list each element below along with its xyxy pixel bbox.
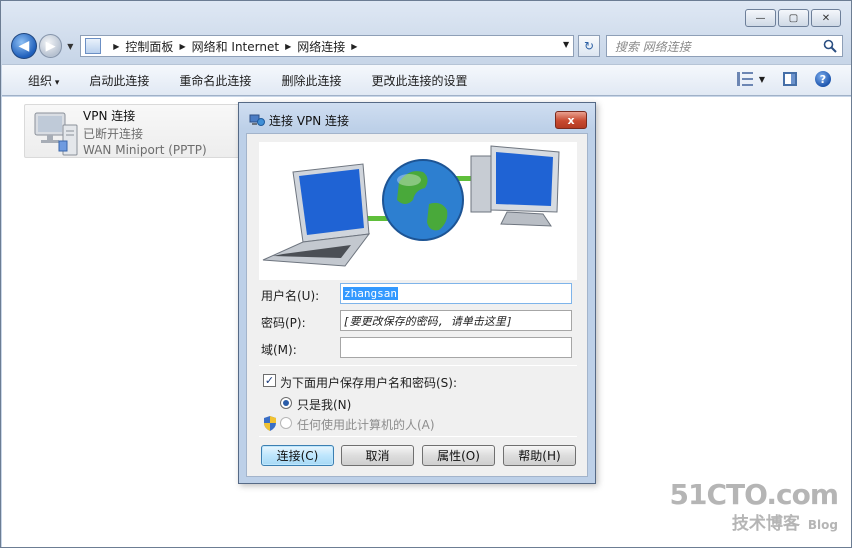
- connection-status: 已断开连接: [83, 127, 144, 141]
- help-icon[interactable]: ?: [815, 71, 831, 87]
- address-dropdown-icon[interactable]: ▼: [563, 40, 569, 49]
- preview-pane-icon[interactable]: [783, 72, 797, 86]
- breadcrumb-network-internet[interactable]: 网络和 Internet: [192, 38, 279, 55]
- chevron-right-icon[interactable]: ▶: [285, 42, 291, 51]
- network-connection-icon: [34, 112, 78, 156]
- search-input[interactable]: 搜索 网络连接: [605, 35, 843, 57]
- command-bar: 组织 启动此连接 重命名此连接 删除此连接 更改此连接的设置 ▼ ?: [2, 64, 851, 96]
- rename-connection-command[interactable]: 重命名此连接: [179, 72, 251, 89]
- organize-menu[interactable]: 组织: [28, 72, 59, 89]
- back-button[interactable]: ◀: [11, 33, 37, 59]
- connect-vpn-dialog: 连接 VPN 连接 x 用户名(U): zhangsan 密码(P): [要更改…: [238, 102, 596, 484]
- divider: [259, 365, 577, 366]
- watermark-logo: 51CTO.com: [669, 478, 839, 511]
- change-settings-command[interactable]: 更改此连接的设置: [371, 72, 467, 89]
- password-label: 密码(P):: [261, 316, 306, 330]
- username-value: zhangsan: [343, 287, 398, 300]
- control-panel-icon: [85, 38, 102, 54]
- close-window-button[interactable]: ✕: [811, 9, 841, 27]
- password-field[interactable]: [要更改保存的密码, 请单击这里]: [340, 310, 572, 331]
- only-me-radio[interactable]: [280, 397, 292, 409]
- chevron-right-icon[interactable]: ▶: [179, 42, 185, 51]
- dialog-body: 用户名(U): zhangsan 密码(P): [要更改保存的密码, 请单击这里…: [246, 133, 588, 477]
- watermark-subtitle: 技术博客 Blog: [670, 509, 838, 534]
- recent-pages-dropdown[interactable]: ▼: [64, 42, 76, 51]
- vpn-icon: [249, 114, 265, 126]
- chevron-right-icon[interactable]: ▶: [113, 42, 119, 51]
- watermark-subtitle-text: 技术博客: [731, 514, 800, 534]
- search-placeholder: 搜索 网络连接: [614, 39, 691, 54]
- search-icon[interactable]: [823, 39, 837, 53]
- divider: [259, 436, 577, 437]
- username-label: 用户名(U):: [261, 289, 320, 303]
- properties-button[interactable]: 属性(O): [422, 445, 495, 466]
- connect-button[interactable]: 连接(C): [261, 445, 334, 466]
- refresh-button[interactable]: ↻: [578, 35, 600, 57]
- dialog-close-button[interactable]: x: [555, 111, 587, 129]
- delete-connection-command[interactable]: 删除此连接: [281, 72, 341, 89]
- watermark-blog: Blog: [807, 518, 838, 532]
- vpn-connection-item[interactable]: VPN 连接 已断开连接 WAN Miniport (PPTP): [24, 104, 248, 158]
- dialog-title: 连接 VPN 连接: [269, 114, 350, 128]
- connection-device: WAN Miniport (PPTP): [83, 143, 207, 157]
- command-bar-right: ▼ ?: [736, 71, 831, 87]
- start-connection-command[interactable]: 启动此连接: [89, 72, 149, 89]
- save-credentials-checkbox[interactable]: ✓: [263, 374, 276, 387]
- maximize-button[interactable]: ▢: [778, 9, 809, 27]
- view-dropdown-icon[interactable]: ▼: [759, 75, 765, 84]
- domain-label: 域(M):: [261, 343, 297, 357]
- help-button[interactable]: 帮助(H): [503, 445, 576, 466]
- uac-shield-icon: [264, 416, 276, 431]
- forward-button[interactable]: ▶: [38, 34, 63, 58]
- breadcrumb-network-connections[interactable]: 网络连接: [297, 38, 345, 55]
- anyone-radio[interactable]: [280, 417, 292, 429]
- view-options-icon[interactable]: [736, 72, 753, 86]
- watermark: 51CTO.com 技术博客 Blog: [669, 478, 839, 534]
- breadcrumb-control-panel[interactable]: 控制面板: [125, 38, 173, 55]
- anyone-label: 任何使用此计算机的人(A): [297, 418, 435, 432]
- caption-buttons: — ▢ ✕: [745, 9, 841, 27]
- password-value: [要更改保存的密码, 请单击这里]: [343, 314, 513, 328]
- domain-field[interactable]: [340, 337, 572, 358]
- vpn-banner-illustration: [259, 142, 577, 280]
- connection-name: VPN 连接: [83, 109, 136, 123]
- save-credentials-label: 为下面用户保存用户名和密码(S):: [280, 376, 458, 390]
- username-field[interactable]: zhangsan: [340, 283, 572, 304]
- chevron-right-icon[interactable]: ▶: [351, 42, 357, 51]
- navigation-row: ◀ ▶ ▼ ▶ 控制面板 ▶ 网络和 Internet ▶ 网络连接 ▶ ▼ ↻…: [11, 33, 843, 59]
- cancel-button[interactable]: 取消: [341, 445, 414, 466]
- address-bar[interactable]: ▶ 控制面板 ▶ 网络和 Internet ▶ 网络连接 ▶ ▼: [80, 35, 575, 57]
- only-me-label: 只是我(N): [297, 398, 352, 412]
- minimize-button[interactable]: —: [745, 9, 776, 27]
